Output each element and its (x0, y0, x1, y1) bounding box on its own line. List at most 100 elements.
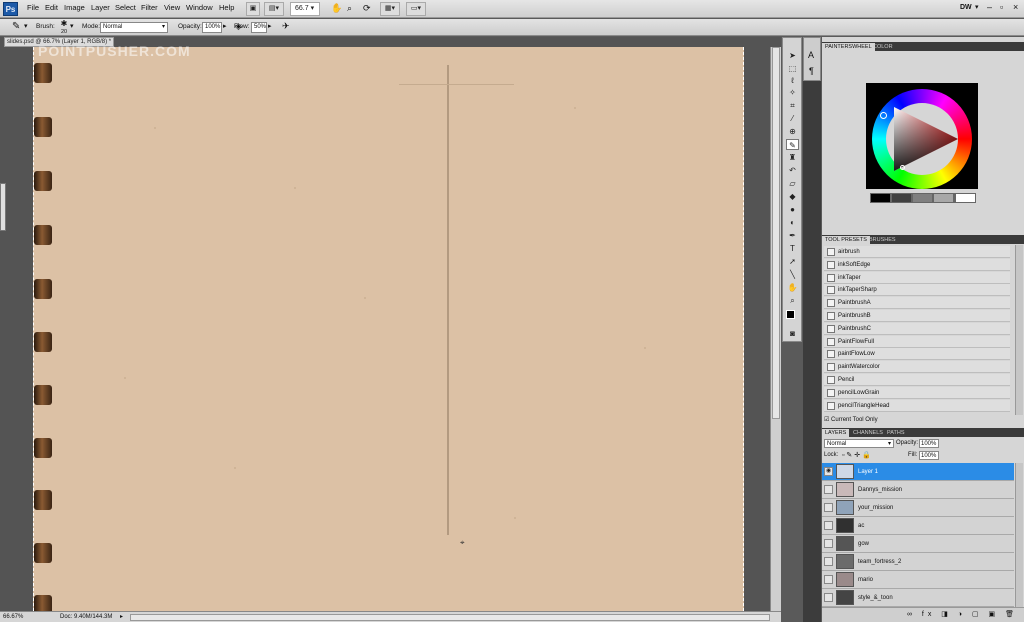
chevron-right-icon[interactable]: ▸ (268, 22, 272, 30)
visibility-eye-icon[interactable] (824, 485, 833, 494)
hand-tool-icon[interactable]: ✋ (786, 282, 799, 293)
eraser-tool-icon[interactable]: ▱ (786, 178, 799, 189)
canvas[interactable]: ⌖ (33, 47, 744, 611)
layer-row[interactable]: gow (822, 535, 1014, 553)
chevron-right-icon[interactable]: ▸ (223, 22, 227, 30)
pen-tool-icon[interactable]: ✒ (786, 230, 799, 241)
swatch[interactable] (933, 193, 954, 203)
chevron-down-icon[interactable]: ▾ (24, 22, 28, 30)
mode-select[interactable]: Normal ▾ (100, 22, 168, 33)
tool-preset-item[interactable]: inkTaper (824, 271, 1010, 284)
flow-input[interactable]: 50% (251, 22, 267, 33)
scrollbar-thumb[interactable] (772, 47, 780, 419)
tab-paths[interactable]: PATHS (884, 429, 908, 437)
tab-color[interactable]: COLOR (870, 43, 896, 51)
menu-view[interactable]: View (164, 3, 180, 12)
tool-preset-item[interactable]: paintWatercolor (824, 361, 1010, 374)
current-tool-only-option[interactable]: ☑ Current Tool Only (824, 416, 1014, 425)
swatch[interactable] (891, 193, 912, 203)
layers-scrollbar[interactable] (1015, 463, 1023, 607)
color-picker-handle[interactable] (900, 165, 905, 170)
arrange-documents-icon[interactable]: ▦▾ (380, 2, 400, 16)
blend-mode-select[interactable]: Normal ▾ (824, 439, 894, 448)
tool-preset-item[interactable]: PaintbrushC (824, 322, 1010, 335)
maximize-icon[interactable]: ▫ (1000, 2, 1003, 12)
tab-tool-presets[interactable]: TOOL PRESETS (822, 236, 870, 244)
blur-tool-icon[interactable]: ● (786, 204, 799, 215)
tab-painterswheel[interactable]: PAINTERSWHEEL (822, 43, 875, 51)
panel-collapse-handle[interactable] (0, 183, 6, 231)
minibridge-icon[interactable]: ▤▾ (264, 2, 284, 16)
tool-preset-item[interactable]: pencilTriangleHead (824, 399, 1010, 412)
chevron-down-icon[interactable]: ▾ (975, 3, 979, 11)
menu-edit[interactable]: Edit (45, 3, 58, 12)
history-brush-tool-icon[interactable]: ↶ (786, 165, 799, 176)
menu-image[interactable]: Image (64, 3, 85, 12)
screen-mode-icon[interactable]: ▭▾ (406, 2, 426, 16)
visibility-eye-icon[interactable] (824, 521, 833, 530)
paint-bucket-tool-icon[interactable]: ◆ (786, 191, 799, 202)
tool-preset-item[interactable]: PaintFlowFull (824, 335, 1010, 348)
tool-preset-item[interactable]: inkSoftEdge (824, 258, 1010, 271)
swatch[interactable] (870, 193, 891, 203)
tool-preset-item[interactable]: PaintbrushA (824, 297, 1010, 310)
healing-brush-tool-icon[interactable]: ⊕ (786, 126, 799, 137)
hue-picker-handle[interactable] (880, 112, 887, 119)
zoom-level-field[interactable]: 66.7 ▾ (290, 2, 320, 16)
layer-row[interactable]: your_mission (822, 499, 1014, 517)
marquee-tool-icon[interactable]: ⬚ (786, 63, 799, 74)
tool-preset-item[interactable]: inkTaperSharp (824, 284, 1010, 297)
tab-channels[interactable]: CHANNELS (850, 429, 886, 437)
horizontal-scrollbar[interactable] (130, 614, 770, 621)
layer-row[interactable]: ◉ Layer 1 (822, 463, 1014, 481)
path-selection-tool-icon[interactable]: ➚ (786, 256, 799, 267)
tool-preset-item[interactable]: paintFlowLow (824, 348, 1010, 361)
minimize-icon[interactable]: – (987, 2, 992, 12)
menu-window[interactable]: Window (186, 3, 213, 12)
layer-row[interactable]: team_fortress_2 (822, 553, 1014, 571)
move-tool-icon[interactable]: ➤ (786, 50, 799, 61)
crop-tool-icon[interactable]: ⌗ (786, 100, 799, 111)
layer-row[interactable]: style_&_toon (822, 589, 1014, 607)
opacity-input[interactable]: 100% (202, 22, 222, 33)
visibility-eye-icon[interactable] (824, 593, 833, 602)
close-icon[interactable]: × (1013, 2, 1018, 12)
chevron-down-icon[interactable]: ▾ (70, 22, 74, 30)
layers-footer-icons[interactable]: ∞ fx ◨ ◑ ▢ ▣ 🗑 (822, 607, 1024, 622)
tool-preset-item[interactable]: PaintbrushB (824, 310, 1010, 322)
chevron-right-icon[interactable]: ▸ (120, 612, 123, 622)
lasso-tool-icon[interactable]: ℓ (786, 75, 799, 86)
zoom-icon[interactable]: ⌕ (347, 3, 352, 14)
lock-icons[interactable]: ▫ ✎ ✛ 🔒 (842, 451, 871, 459)
dodge-tool-icon[interactable]: ◐ (786, 217, 799, 228)
quick-mask-icon[interactable]: ◙ (786, 328, 799, 339)
line-tool-icon[interactable]: ╲ (786, 269, 799, 280)
visibility-eye-icon[interactable] (824, 557, 833, 566)
tab-layers[interactable]: LAYERS (822, 429, 850, 437)
zoom-tool-icon[interactable]: ⌕ (786, 295, 799, 306)
paragraph-panel-icon[interactable]: ¶ (809, 66, 814, 76)
vertical-scrollbar[interactable] (770, 47, 781, 611)
rotate-view-icon[interactable]: ⟳ (363, 3, 371, 14)
hand-icon[interactable]: ✋ (331, 3, 342, 14)
brush-preset-picker[interactable]: ✱ 20 (57, 20, 71, 36)
layer-row[interactable]: Dannys_mission (822, 481, 1014, 499)
layer-row[interactable]: mario (822, 571, 1014, 589)
type-tool-icon[interactable]: T (786, 243, 799, 254)
menu-file[interactable]: File (27, 3, 39, 12)
foreground-color-swatch[interactable] (786, 310, 795, 319)
airbrush-icon[interactable]: ✈ (282, 21, 290, 32)
visibility-eye-icon[interactable] (824, 503, 833, 512)
brush-tool-icon[interactable]: ✎ (786, 139, 799, 150)
tool-presets-scrollbar[interactable] (1015, 245, 1023, 415)
menu-layer[interactable]: Layer (91, 3, 110, 12)
quick-select-tool-icon[interactable]: ✧ (786, 87, 799, 98)
tab-brushes[interactable]: BRUSHES (866, 236, 899, 244)
layer-row[interactable]: ac (822, 517, 1014, 535)
tool-preset-item[interactable]: Pencil (824, 374, 1010, 386)
swatch[interactable] (955, 193, 976, 203)
menu-select[interactable]: Select (115, 3, 136, 12)
visibility-eye-icon[interactable] (824, 575, 833, 584)
tool-preset-item[interactable]: pencilLowGrain (824, 386, 1010, 399)
tool-preset-item[interactable]: airbrush (824, 246, 1010, 258)
